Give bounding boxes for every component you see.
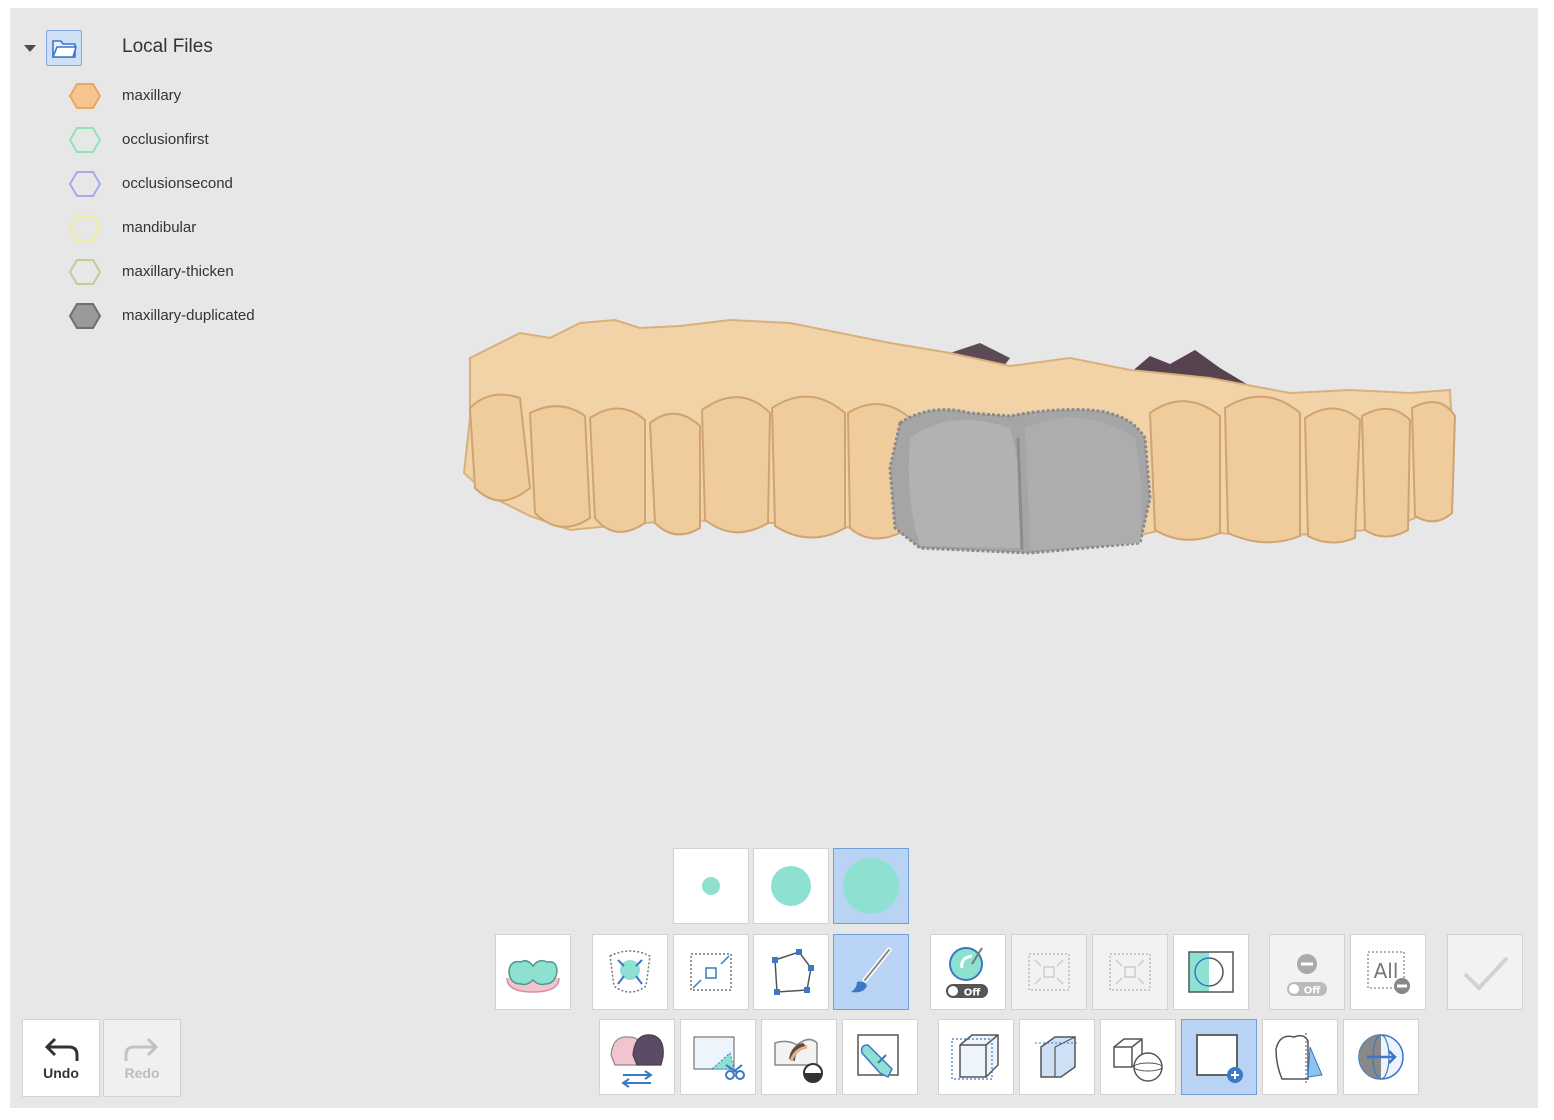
dental-arch-button[interactable] <box>495 934 571 1010</box>
apply-button[interactable] <box>1447 934 1523 1010</box>
align-sphere-icon <box>1358 1034 1404 1080</box>
tooth-section-icon <box>1275 1033 1323 1083</box>
box-select-button[interactable] <box>673 934 749 1010</box>
redo-icon <box>124 1037 159 1061</box>
folder-icon <box>46 30 82 66</box>
invert-selection-button[interactable] <box>1173 934 1249 1010</box>
tooth-section-button[interactable] <box>1262 1019 1338 1095</box>
brush-size-small-button[interactable] <box>673 848 749 924</box>
undo-icon <box>44 1037 79 1061</box>
hexagon-icon[interactable] <box>68 169 102 199</box>
box-select-icon <box>690 953 732 991</box>
hexagon-icon[interactable] <box>68 125 102 155</box>
delete-layer-icon <box>774 1038 823 1083</box>
brush-size-medium-button[interactable] <box>753 848 829 924</box>
section-view-icon <box>1035 1036 1079 1078</box>
file-item[interactable]: maxillary-duplicated <box>68 301 255 331</box>
dental-arch-icon <box>506 959 560 993</box>
file-tree-root[interactable] <box>24 30 82 66</box>
auto-select-icon <box>609 950 651 993</box>
toggle-off-text: Off <box>964 988 982 999</box>
align-view-button[interactable] <box>1343 1019 1419 1095</box>
swap-model-button[interactable] <box>599 1019 675 1095</box>
file-item-label: maxillary-duplicated <box>122 307 255 324</box>
dental-model-view[interactable] <box>450 298 1470 568</box>
hexagon-icon[interactable] <box>68 257 102 287</box>
file-item-label: maxillary-thicken <box>122 263 234 280</box>
clear-all-icon: All <box>1367 951 1410 994</box>
swap-model-icon <box>610 1034 664 1088</box>
view-section-button[interactable] <box>1019 1019 1095 1095</box>
collapse-caret-icon[interactable] <box>24 44 36 52</box>
toggle-off-text: Off <box>1304 986 1322 997</box>
cut-icon <box>693 1036 745 1080</box>
all-text: All <box>1374 959 1399 983</box>
brush-icon <box>851 947 892 993</box>
add-rect-icon <box>1196 1034 1243 1083</box>
pen-annotate-icon <box>857 1034 899 1079</box>
view-box-button[interactable] <box>938 1019 1014 1095</box>
cut-selection-button[interactable] <box>680 1019 756 1095</box>
expand-selection-icon <box>1109 953 1151 991</box>
redo-button[interactable]: Redo <box>103 1019 181 1097</box>
hexagon-icon[interactable] <box>68 81 102 111</box>
file-item-label: occlusionsecond <box>122 175 233 192</box>
brush-mode-toggle[interactable]: Off <box>930 934 1006 1010</box>
expand-selection-button[interactable] <box>1092 934 1168 1010</box>
view-shapes-button[interactable] <box>1100 1019 1176 1095</box>
add-view-button[interactable] <box>1181 1019 1257 1095</box>
brush-select-button[interactable] <box>833 934 909 1010</box>
shrink-selection-icon <box>1028 953 1070 991</box>
cube-view-icon <box>951 1034 999 1080</box>
file-item[interactable]: maxillary <box>68 81 181 111</box>
brush-size-large-button[interactable] <box>833 848 909 924</box>
file-item-label: occlusionfirst <box>122 131 209 148</box>
undo-label: Undo <box>43 1065 79 1081</box>
polygon-select-icon <box>772 949 814 995</box>
undo-button[interactable]: Undo <box>22 1019 100 1097</box>
hexagon-icon[interactable] <box>68 213 102 243</box>
file-item[interactable]: mandibular <box>68 213 196 243</box>
file-item[interactable]: occlusionfirst <box>68 125 209 155</box>
hexagon-icon[interactable] <box>68 301 102 331</box>
redo-label: Redo <box>124 1065 160 1081</box>
auto-select-button[interactable] <box>592 934 668 1010</box>
clear-all-button[interactable]: All <box>1350 934 1426 1010</box>
clear-mode-toggle[interactable]: Off <box>1269 934 1345 1010</box>
file-item-label: mandibular <box>122 219 197 236</box>
checkmark-icon <box>1463 956 1509 991</box>
invert-selection-icon <box>1188 951 1234 993</box>
local-files-label: Local Files <box>122 36 213 57</box>
brush-off-toggle-icon: Off <box>946 947 988 999</box>
file-item-label: maxillary <box>122 87 182 104</box>
delete-layer-button[interactable] <box>761 1019 837 1095</box>
3d-viewport[interactable]: Local Files maxillary occlusionfirst occlu… <box>10 8 1538 1108</box>
shapes-view-icon <box>1113 1038 1163 1082</box>
annotate-button[interactable] <box>842 1019 918 1095</box>
clear-off-toggle-icon: Off <box>1287 954 1327 997</box>
shrink-selection-button[interactable] <box>1011 934 1087 1010</box>
selected-region[interactable] <box>888 408 1152 555</box>
polygon-select-button[interactable] <box>753 934 829 1010</box>
file-item[interactable]: occlusionsecond <box>68 169 233 199</box>
file-item[interactable]: maxillary-thicken <box>68 257 234 287</box>
